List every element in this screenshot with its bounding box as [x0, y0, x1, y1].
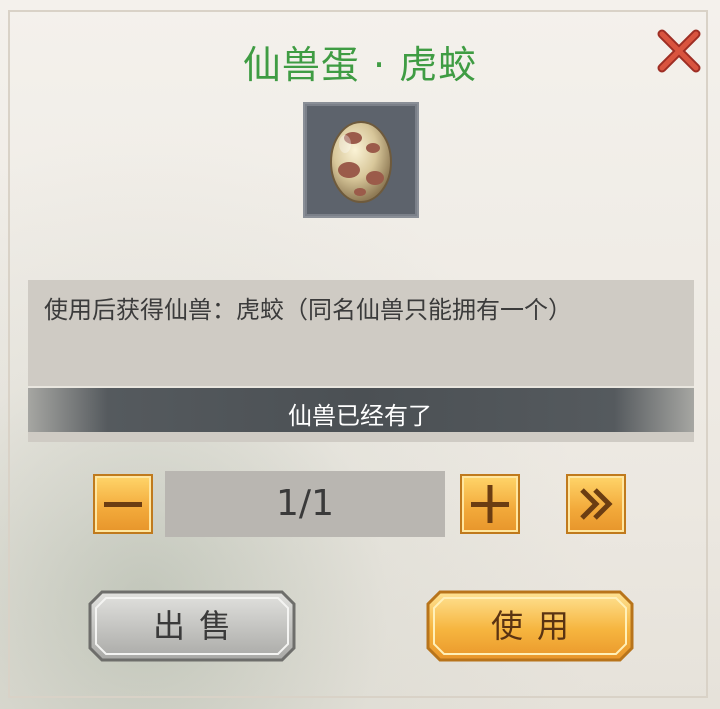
sell-button-label: 出售	[152, 607, 245, 645]
quantity-display[interactable]: 1/1	[165, 471, 445, 537]
use-button-label: 使用	[490, 607, 583, 645]
status-bottom-strip	[28, 432, 694, 442]
decrease-button[interactable]	[93, 474, 153, 534]
spotted-egg-icon	[330, 121, 392, 203]
item-description: 使用后获得仙兽：虎蛟（同名仙兽只能拥有一个）	[44, 296, 572, 324]
minus-icon	[104, 502, 142, 507]
item-slot[interactable]	[303, 102, 419, 218]
increase-button[interactable]	[460, 474, 520, 534]
use-button[interactable]: 使用	[426, 590, 634, 662]
sell-button[interactable]: 出售	[88, 590, 296, 662]
double-chevron-right-icon	[580, 488, 613, 520]
dialog-title: 仙兽蛋 · 虎蛟	[242, 43, 478, 87]
close-icon[interactable]	[654, 26, 704, 76]
plus-icon	[471, 485, 509, 523]
status-divider	[28, 386, 694, 388]
max-quantity-button[interactable]	[566, 474, 626, 534]
status-message: 仙兽已经有了	[288, 402, 432, 430]
